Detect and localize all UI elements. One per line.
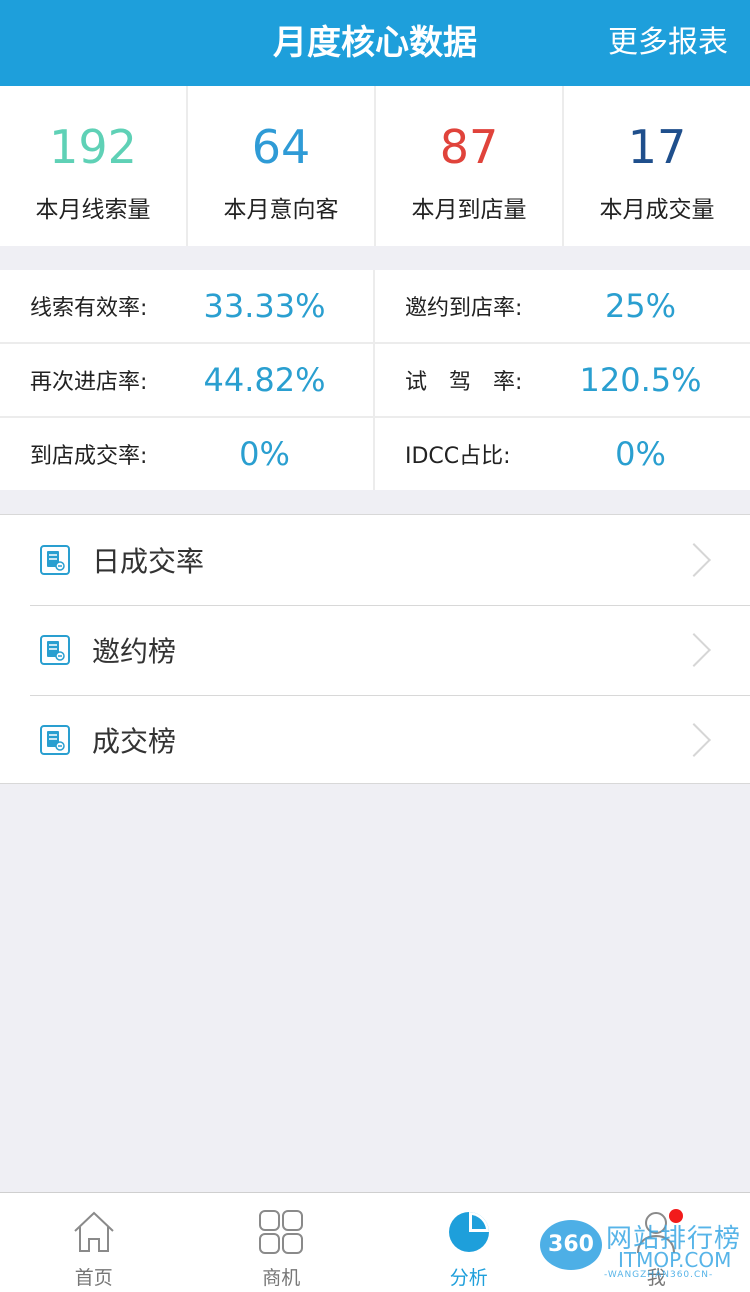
menu-item-label: 邀约榜	[92, 635, 177, 668]
report-icon	[40, 545, 70, 575]
stat-label: 本月成交量	[599, 197, 715, 223]
rate-value: 44.82%	[203, 361, 326, 399]
stat-visits[interactable]: 87 本月到店量	[376, 86, 564, 246]
grid-icon	[259, 1210, 304, 1254]
stat-label: 本月线索量	[35, 197, 151, 223]
tab-opportunities[interactable]: 商机	[188, 1193, 376, 1292]
chevron-right-icon	[677, 543, 711, 577]
menu-item-daily-deal-rate[interactable]: 日成交率	[0, 515, 750, 605]
watermark-subtitle: -WANGZHAN360.CN-	[604, 1270, 714, 1280]
rate-label: 邀约到店率:	[405, 296, 523, 321]
rate-label: 试 驾 率:	[405, 370, 523, 395]
monthly-stats: 192 本月线索量 64 本月意向客 87 本月到店量 17 本月成交量	[0, 86, 750, 246]
tab-label: 首页	[74, 1267, 113, 1289]
stat-leads[interactable]: 192 本月线索量	[0, 86, 188, 246]
rate-label: IDCC占比:	[405, 444, 511, 469]
home-icon	[74, 1211, 114, 1252]
stat-value: 64	[251, 120, 311, 174]
watermark-badge: 360	[540, 1220, 602, 1270]
stat-value: 17	[627, 120, 687, 174]
tab-home[interactable]: 首页	[0, 1193, 188, 1292]
menu-item-label: 成交榜	[92, 725, 177, 758]
tab-label: 商机	[262, 1267, 301, 1289]
stat-value: 192	[49, 120, 137, 174]
rate-value: 33.33%	[203, 287, 326, 325]
rate-cell: IDCC占比: 0%	[375, 418, 750, 490]
report-menu: 日成交率 邀约榜 成交榜	[0, 514, 750, 784]
rate-value: 0%	[615, 435, 666, 473]
rate-cell: 到店成交率: 0%	[0, 418, 375, 490]
stat-value: 87	[439, 120, 499, 174]
pie-chart-icon	[448, 1212, 489, 1252]
rates-table: 线索有效率: 33.33% 邀约到店率: 25% 再次进店率: 44.82% 试…	[0, 270, 750, 490]
rate-label: 线索有效率:	[30, 296, 148, 321]
rate-value: 120.5%	[579, 361, 702, 399]
tab-label: 分析	[449, 1267, 488, 1289]
rate-row: 到店成交率: 0% IDCC占比: 0%	[0, 418, 750, 490]
chevron-right-icon	[677, 723, 711, 757]
rate-label: 到店成交率:	[30, 444, 148, 469]
nav-header: 月度核心数据 更多报表	[0, 0, 750, 86]
report-icon	[40, 725, 70, 755]
rate-row: 线索有效率: 33.33% 邀约到店率: 25%	[0, 270, 750, 344]
stat-label: 本月到店量	[411, 197, 527, 223]
rate-label: 再次进店率:	[30, 370, 148, 395]
stat-deals[interactable]: 17 本月成交量	[564, 86, 750, 246]
rate-cell: 再次进店率: 44.82%	[0, 344, 375, 416]
rate-cell: 试 驾 率: 120.5%	[375, 344, 750, 416]
rate-cell: 线索有效率: 33.33%	[0, 270, 375, 342]
more-reports-button[interactable]: 更多报表	[608, 0, 728, 86]
rate-cell: 邀约到店率: 25%	[375, 270, 750, 342]
report-icon	[40, 635, 70, 665]
watermark-url: ITMOP.COM	[618, 1248, 732, 1272]
menu-item-label: 日成交率	[92, 545, 205, 578]
rate-value: 25%	[604, 287, 677, 325]
menu-item-deal-ranking[interactable]: 成交榜	[0, 695, 750, 785]
stat-intent[interactable]: 64 本月意向客	[188, 86, 376, 246]
watermark: 360 网站排行榜 ITMOP.COM -WANGZHAN360.CN-	[540, 1218, 750, 1284]
menu-item-invite-ranking[interactable]: 邀约榜	[0, 605, 750, 695]
rate-value: 0%	[239, 435, 290, 473]
tab-analysis[interactable]: 分析	[375, 1193, 563, 1292]
chevron-right-icon	[677, 633, 711, 667]
rate-row: 再次进店率: 44.82% 试 驾 率: 120.5%	[0, 344, 750, 418]
stat-label: 本月意向客	[223, 197, 339, 223]
